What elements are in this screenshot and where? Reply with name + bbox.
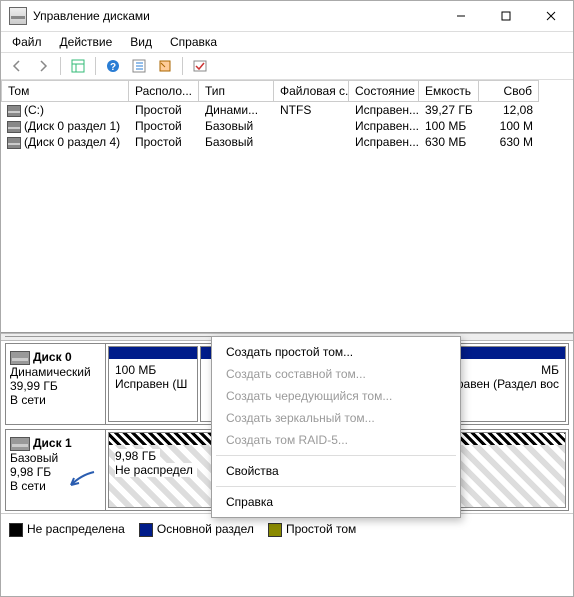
minimize-button[interactable] <box>438 1 483 31</box>
disk-net: В сети <box>10 479 101 493</box>
ctx-properties[interactable]: Свойства <box>212 460 460 482</box>
window-controls <box>438 1 573 31</box>
vol-fs <box>274 134 349 150</box>
vol-cap: 630 МБ <box>419 134 479 150</box>
menu-file[interactable]: Файл <box>5 33 49 51</box>
app-icon <box>9 7 27 25</box>
toolbar: ? <box>1 52 573 80</box>
vol-name: (Диск 0 раздел 4) <box>24 135 120 149</box>
disk-icon <box>10 351 30 365</box>
toolbar-list-icon[interactable] <box>127 54 151 78</box>
part-status: Исправен (Ш <box>115 377 191 391</box>
swatch-blue <box>139 523 153 537</box>
vol-status: Исправен... <box>349 102 419 118</box>
disk-name: Диск 0 <box>33 350 72 364</box>
swatch-black <box>9 523 23 537</box>
vol-type: Динами... <box>199 102 274 118</box>
table-row[interactable]: (C:) Простой Динами... NTFS Исправен... … <box>1 102 573 118</box>
vol-free: 12,08 <box>479 102 539 118</box>
disk-icon <box>10 437 30 451</box>
vol-free: 100 М <box>479 118 539 134</box>
menubar: Файл Действие Вид Справка <box>1 32 573 52</box>
part-status: Не распредел <box>115 463 197 477</box>
ctx-create-raid5-volume: Создать том RAID-5... <box>212 429 460 451</box>
volume-table: Том Располо... Тип Файловая с... Состоян… <box>1 80 573 333</box>
table-body: (C:) Простой Динами... NTFS Исправен... … <box>1 102 573 332</box>
ctx-create-spanned-volume: Создать составной том... <box>212 363 460 385</box>
table-header: Том Располо... Тип Файловая с... Состоян… <box>1 80 573 102</box>
vol-layout: Простой <box>129 134 199 150</box>
col-layout[interactable]: Располо... <box>129 80 199 102</box>
col-type[interactable]: Тип <box>199 80 274 102</box>
disk-management-window: Управление дисками Файл Действие Вид Спр… <box>0 0 574 597</box>
vol-type: Базовый <box>199 134 274 150</box>
vol-free: 630 М <box>479 134 539 150</box>
svg-text:?: ? <box>110 62 116 73</box>
close-button[interactable] <box>528 1 573 31</box>
disk-net: В сети <box>10 393 101 407</box>
toolbar-check-icon[interactable] <box>188 54 212 78</box>
menu-view[interactable]: Вид <box>123 33 159 51</box>
vol-status: Исправен... <box>349 134 419 150</box>
disk-size: 9,98 ГБ <box>10 465 101 479</box>
swatch-olive <box>268 523 282 537</box>
toolbar-separator <box>95 57 96 75</box>
toolbar-view-icon[interactable] <box>66 54 90 78</box>
col-free[interactable]: Своб <box>479 80 539 102</box>
ctx-help[interactable]: Справка <box>212 491 460 513</box>
ctx-create-mirrored-volume: Создать зеркальный том... <box>212 407 460 429</box>
disk-header[interactable]: Диск 0 Динамический 39,99 ГБ В сети <box>6 344 106 424</box>
table-row[interactable]: (Диск 0 раздел 4) Простой Базовый Исправ… <box>1 134 573 150</box>
toolbar-separator <box>182 57 183 75</box>
disk-header[interactable]: Диск 1 Базовый 9,98 ГБ В сети <box>6 430 106 510</box>
vol-type: Базовый <box>199 118 274 134</box>
menu-action[interactable]: Действие <box>53 33 120 51</box>
titlebar: Управление дисками <box>1 1 573 32</box>
col-capacity[interactable]: Емкость <box>419 80 479 102</box>
part-size: 100 МБ <box>115 363 191 377</box>
vol-cap: 39,27 ГБ <box>419 102 479 118</box>
vol-layout: Простой <box>129 102 199 118</box>
partition[interactable]: 100 МБ Исправен (Ш <box>108 346 198 422</box>
toolbar-props-icon[interactable] <box>153 54 177 78</box>
ctx-create-simple-volume[interactable]: Создать простой том... <box>212 341 460 363</box>
vol-layout: Простой <box>129 118 199 134</box>
disk-name: Диск 1 <box>33 436 72 450</box>
disk-type: Динамический <box>10 365 101 379</box>
legend-unallocated: Не распределена <box>9 522 125 537</box>
partition-band <box>109 347 197 359</box>
vol-name: (Диск 0 раздел 1) <box>24 119 120 133</box>
vol-status: Исправен... <box>349 118 419 134</box>
legend-primary: Основной раздел <box>139 522 254 537</box>
vol-fs <box>274 118 349 134</box>
disk-size: 39,99 ГБ <box>10 379 101 393</box>
part-size: 9,98 ГБ <box>115 449 160 463</box>
col-status[interactable]: Состояние <box>349 80 419 102</box>
disk-type: Базовый <box>10 451 101 465</box>
legend-simple: Простой том <box>268 522 356 537</box>
back-button[interactable] <box>5 54 29 78</box>
col-fs[interactable]: Файловая с... <box>274 80 349 102</box>
ctx-separator <box>216 486 456 487</box>
volume-icon <box>7 137 21 149</box>
maximize-button[interactable] <box>483 1 528 31</box>
vol-cap: 100 МБ <box>419 118 479 134</box>
forward-button[interactable] <box>31 54 55 78</box>
menu-help[interactable]: Справка <box>163 33 224 51</box>
volume-icon <box>7 121 21 133</box>
window-title: Управление дисками <box>33 9 438 23</box>
volume-icon <box>7 105 21 117</box>
toolbar-separator <box>60 57 61 75</box>
context-menu: Создать простой том... Создать составной… <box>211 336 461 518</box>
ctx-create-striped-volume: Создать чередующийся том... <box>212 385 460 407</box>
vol-name: (C:) <box>24 103 44 117</box>
col-volume[interactable]: Том <box>1 80 129 102</box>
vol-fs: NTFS <box>274 102 349 118</box>
help-icon[interactable]: ? <box>101 54 125 78</box>
ctx-separator <box>216 455 456 456</box>
table-row[interactable]: (Диск 0 раздел 1) Простой Базовый Исправ… <box>1 118 573 134</box>
